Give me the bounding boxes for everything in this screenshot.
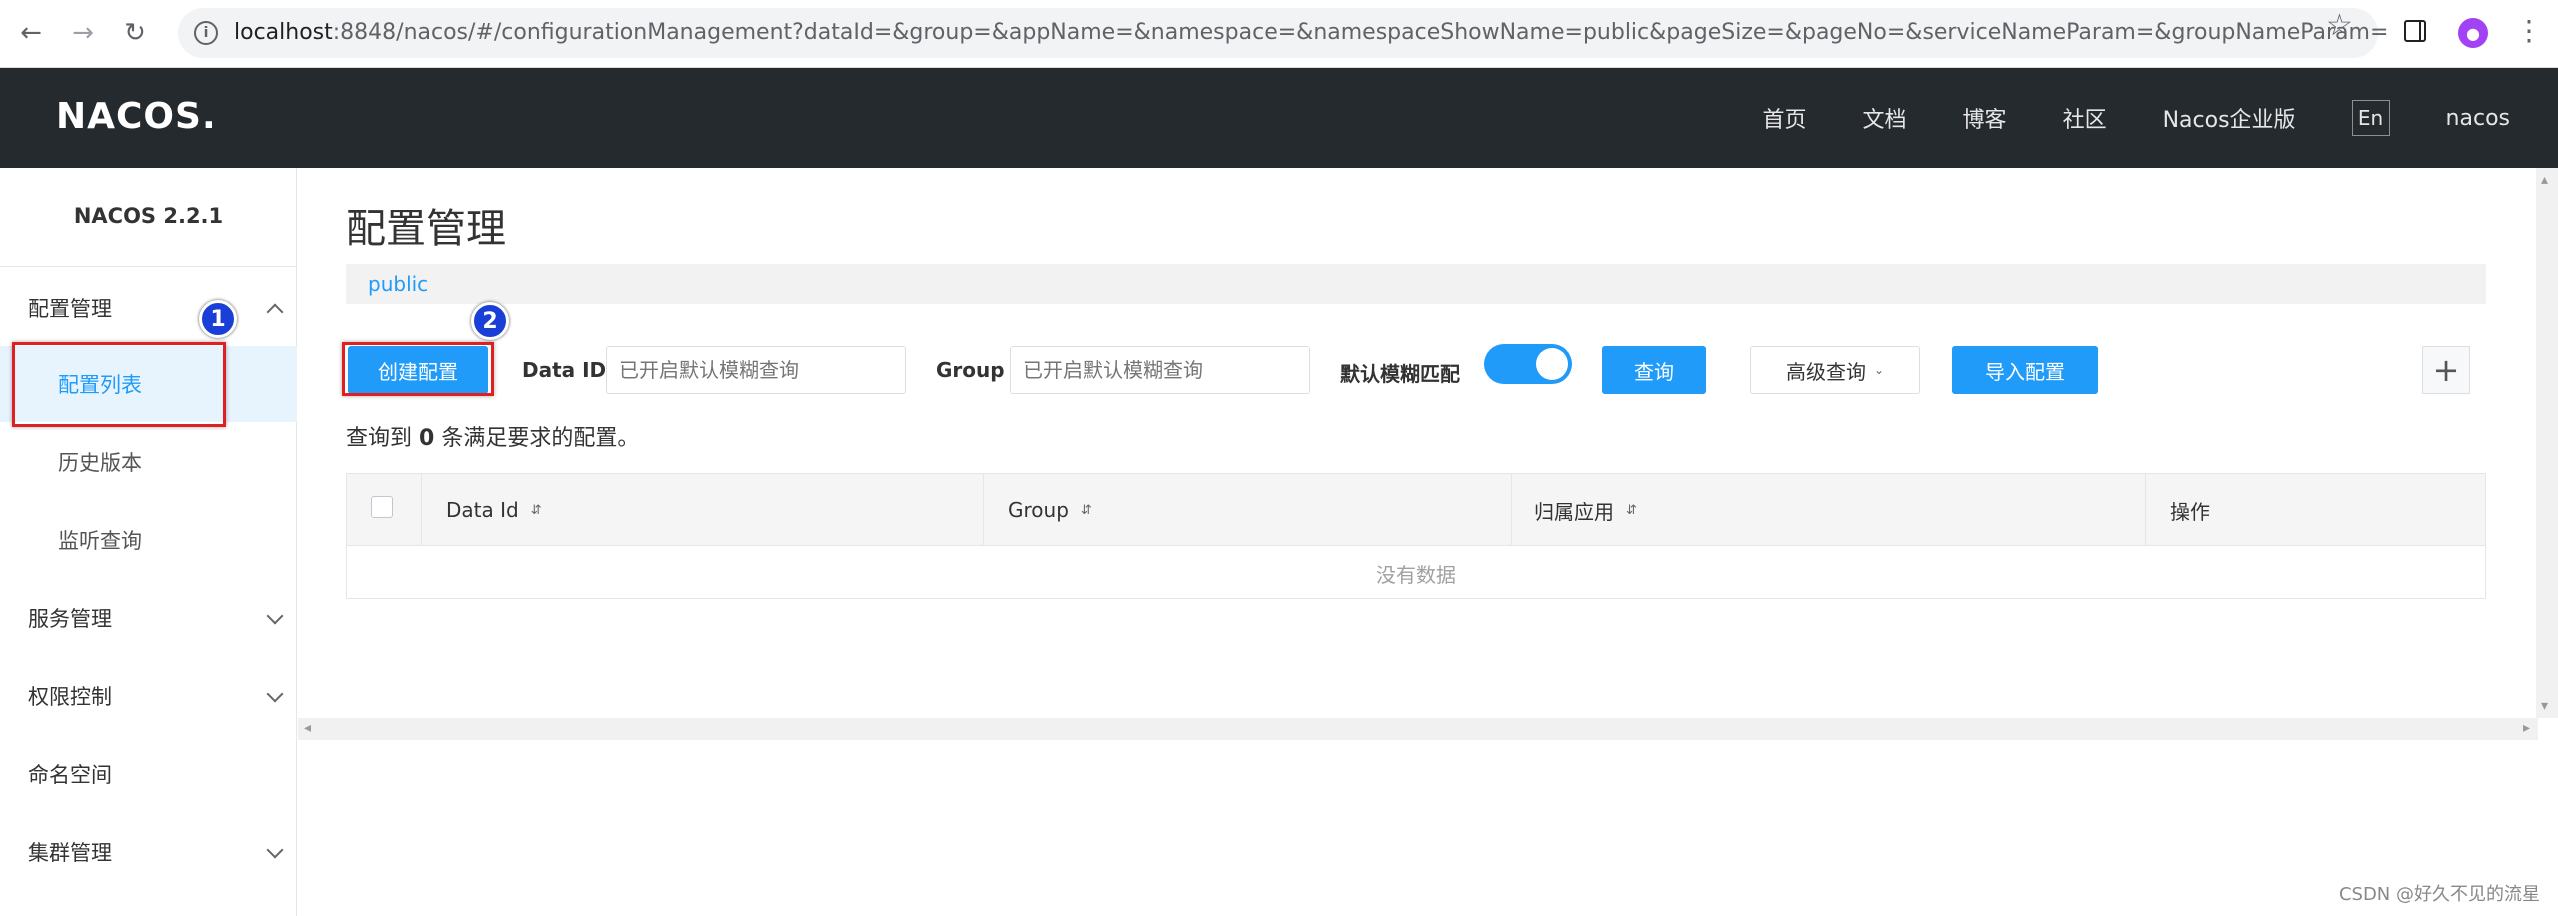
sort-icon[interactable]: ⇵ (531, 503, 542, 518)
sidebar-item-label: 历史版本 (58, 451, 142, 475)
column-label: Group (1008, 498, 1069, 522)
sidebar-item-access-control[interactable]: 权限控制 (0, 658, 297, 734)
annotation-badge-2: 2 (471, 302, 509, 340)
url-text[interactable]: localhost:8848/nacos/#/configurationMana… (234, 20, 2388, 45)
user-menu[interactable]: nacos (2446, 106, 2510, 131)
site-info-icon[interactable]: i (194, 21, 218, 45)
chevron-down-icon (266, 685, 284, 703)
column-header-actions: 操作 (2145, 474, 2485, 546)
reload-icon[interactable]: ↻ (118, 16, 152, 50)
browser-menu-icon[interactable]: ⋮ (2515, 14, 2543, 47)
chevron-down-icon (266, 841, 284, 859)
select-all-checkbox[interactable] (371, 496, 393, 518)
result-suffix: 条满足要求的配置。 (441, 426, 640, 451)
sidebar-item-label: 服务管理 (28, 607, 112, 631)
scroll-left-icon[interactable]: ◂ (304, 720, 311, 736)
column-label: 归属应用 (1534, 499, 1614, 524)
language-switch-button[interactable]: En (2351, 100, 2390, 136)
sidebar-item-label: 权限控制 (28, 685, 112, 709)
side-panel-icon[interactable] (2404, 20, 2426, 42)
url-host: localhost (234, 20, 333, 45)
top-nav: 首页 文档 博客 社区 Nacos企业版 En nacos (1707, 68, 2510, 168)
column-header-app[interactable]: 归属应用 ⇵ (1511, 474, 2145, 546)
nav-docs[interactable]: 文档 (1863, 102, 1907, 134)
group-label: Group (936, 358, 1005, 382)
nav-community[interactable]: 社区 (2063, 102, 2107, 134)
column-label: 操作 (2170, 499, 2210, 524)
sidebar-item-label: 监听查询 (58, 529, 142, 553)
forward-arrow-icon[interactable]: → (66, 16, 100, 50)
chevron-down-icon: ⌄ (1873, 363, 1885, 377)
data-id-label: Data ID (522, 358, 607, 382)
empty-state: 没有数据 (1376, 562, 1456, 587)
annotation-highlight-config-list (12, 342, 226, 427)
data-id-input[interactable] (606, 346, 906, 394)
nav-home[interactable]: 首页 (1763, 102, 1807, 134)
app-header: NACOS. 首页 文档 博客 社区 Nacos企业版 En nacos (0, 68, 2558, 168)
plus-icon[interactable]: + (2422, 346, 2470, 394)
annotation-highlight-create-button (342, 342, 494, 396)
result-summary: 查询到 0 条满足要求的配置。 (346, 420, 639, 452)
import-config-button[interactable]: 导入配置 (1952, 346, 2098, 394)
url-path: :8848/nacos/#/configurationManagement?da… (332, 20, 2389, 45)
scroll-down-icon[interactable]: ▾ (2541, 698, 2548, 714)
sidebar-item-service-management[interactable]: 服务管理 (0, 580, 297, 656)
back-arrow-icon[interactable]: ← (14, 16, 48, 50)
page-title: 配置管理 (346, 206, 506, 252)
sidebar-item-label: 命名空间 (28, 763, 112, 787)
version-label: NACOS 2.2.1 (73, 204, 224, 228)
column-header-group[interactable]: Group ⇵ (983, 474, 1511, 546)
namespace-bar: public (346, 264, 2486, 304)
horizontal-scrollbar[interactable]: ◂ ▸ (298, 718, 2538, 740)
address-bar[interactable]: i localhost:8848/nacos/#/configurationMa… (178, 8, 2388, 58)
browser-toolbar: ← → ↻ i localhost:8848/nacos/#/configura… (0, 0, 2558, 68)
table-header: Data Id ⇵ Group ⇵ 归属应用 ⇵ 操作 (347, 474, 2485, 546)
sort-icon[interactable]: ⇵ (1626, 503, 1637, 518)
sidebar: NACOS 2.2.1 配置管理 配置列表 历史版本 监听查询 服务管理 权限控… (0, 168, 297, 916)
sidebar-item-label: 配置管理 (28, 297, 112, 321)
namespace-link-public[interactable]: public (368, 272, 428, 296)
sidebar-item-namespace[interactable]: 命名空间 (0, 736, 297, 812)
chevron-down-icon (266, 607, 284, 625)
column-header-data-id[interactable]: Data Id ⇵ (421, 474, 983, 546)
scroll-up-icon[interactable]: ▴ (2541, 172, 2548, 188)
watermark: CSDN @好久不见的流星 (2338, 884, 2540, 905)
profile-avatar-icon[interactable]: ● (2458, 18, 2488, 48)
chevron-up-icon (266, 303, 284, 321)
query-button[interactable]: 查询 (1602, 346, 1706, 394)
advanced-query-label: 高级查询 (1785, 359, 1866, 384)
sort-icon[interactable]: ⇵ (1081, 503, 1092, 518)
nacos-logo[interactable]: NACOS. (56, 96, 217, 137)
advanced-query-button[interactable]: 高级查询 ⌄ (1750, 346, 1920, 394)
fuzzy-match-toggle[interactable] (1484, 344, 1572, 384)
sidebar-divider (0, 266, 297, 267)
result-count: 0 (419, 426, 435, 451)
sidebar-item-listener-query[interactable]: 监听查询 (0, 502, 297, 578)
sidebar-item-history[interactable]: 历史版本 (0, 424, 297, 500)
result-prefix: 查询到 (346, 426, 413, 451)
group-input[interactable] (1010, 346, 1310, 394)
nav-blog[interactable]: 博客 (1963, 102, 2007, 134)
sidebar-item-config-management[interactable]: 配置管理 (0, 270, 297, 346)
bookmark-star-icon[interactable]: ☆ (2326, 8, 2353, 43)
fuzzy-match-label: 默认模糊匹配 (1340, 362, 1460, 386)
column-label: Data Id (446, 498, 519, 522)
scroll-right-icon[interactable]: ▸ (2523, 720, 2530, 736)
config-table: Data Id ⇵ Group ⇵ 归属应用 ⇵ 操作 没有数据 (346, 473, 2486, 599)
vertical-scrollbar[interactable]: ▴ ▾ (2536, 168, 2558, 718)
nav-enterprise[interactable]: Nacos企业版 (2163, 102, 2296, 134)
sidebar-item-cluster-management[interactable]: 集群管理 (0, 814, 297, 890)
sidebar-item-label: 集群管理 (28, 841, 112, 865)
annotation-badge-1: 1 (199, 300, 237, 338)
